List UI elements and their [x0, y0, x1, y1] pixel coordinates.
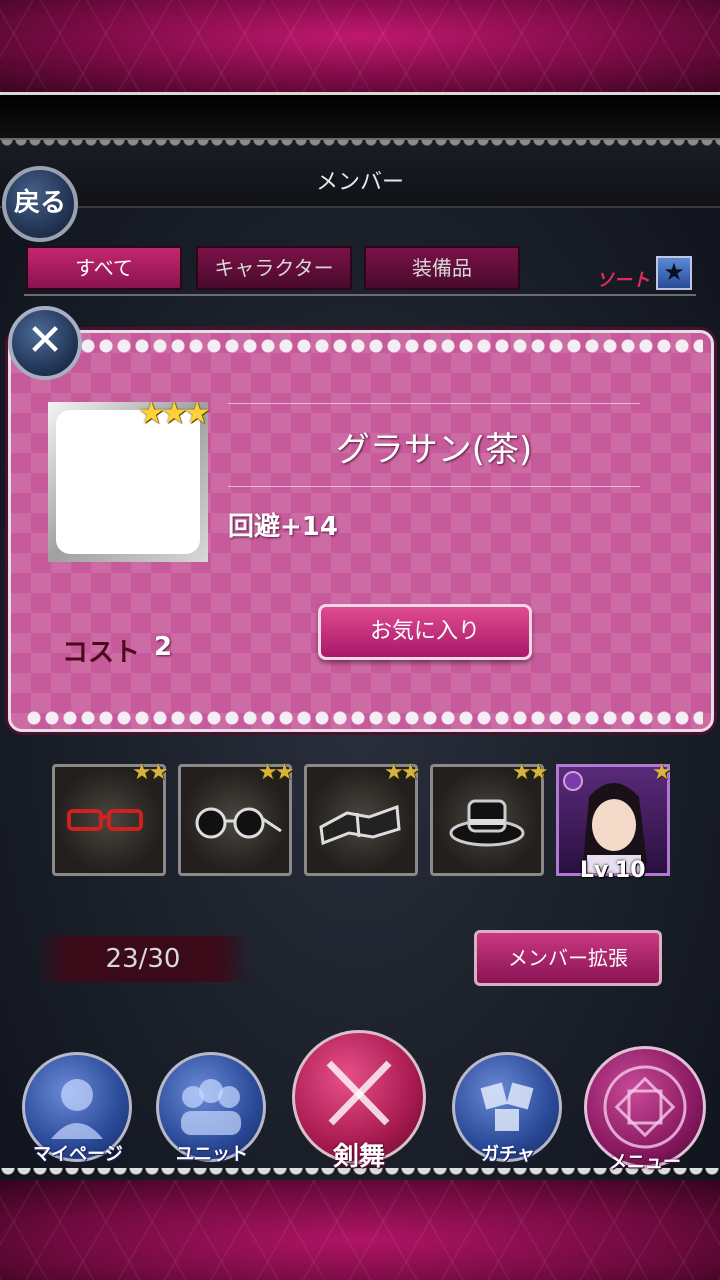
member-count: 23/30 [36, 936, 250, 982]
member-expand-button[interactable]: メンバー拡張 [474, 930, 662, 986]
slot-rarity-stars: ★★ [384, 760, 420, 785]
tab-equipment[interactable]: 装備品 [364, 246, 520, 290]
item-name: グラサン(茶) [335, 430, 533, 470]
page-title: メンバー [315, 170, 404, 195]
nav-gacha-label: ガチャ [481, 1144, 535, 1165]
item-rarity-stars: ★★★ [138, 396, 211, 431]
divider [228, 486, 640, 487]
sort-label[interactable]: ソート [596, 266, 650, 292]
tab-divider [24, 294, 696, 296]
popup-lace-bottom [25, 709, 703, 727]
nav-kenbu-label: 剣舞 [332, 1142, 385, 1172]
sort-star-icon[interactable]: ★ [656, 256, 692, 290]
bottom-decorative-band [0, 1180, 720, 1280]
close-icon[interactable]: ✕ [8, 306, 82, 380]
back-button[interactable]: 戻る [2, 166, 78, 242]
item-image [56, 410, 200, 554]
slot-rarity-stars: ★★ [132, 760, 168, 785]
cost-label: コスト [62, 638, 141, 668]
top-decorative-band [0, 0, 720, 92]
nav-menu-label: メニュー [609, 1152, 681, 1173]
divider [228, 403, 640, 404]
tab-all[interactable]: すべて [26, 246, 182, 290]
popup-lace-top [25, 337, 703, 355]
favorite-button[interactable]: お気に入り [318, 604, 532, 660]
slot-rarity-stars: ★★ [258, 760, 294, 785]
nav-mypage-label: マイページ [33, 1144, 123, 1165]
cost-value: 2 [154, 632, 173, 662]
tab-character[interactable]: キャラクター [196, 246, 352, 290]
item-stat: 回避+14 [228, 512, 338, 542]
title-lace-decoration [0, 140, 720, 150]
nav-unit-label: ユニット [176, 1144, 248, 1165]
slot-rarity-stars: ★★ [512, 760, 548, 785]
slot-rarity-stars: ★ [652, 760, 672, 785]
top-bar [0, 92, 720, 141]
character-level: Lv.10 [580, 858, 646, 883]
